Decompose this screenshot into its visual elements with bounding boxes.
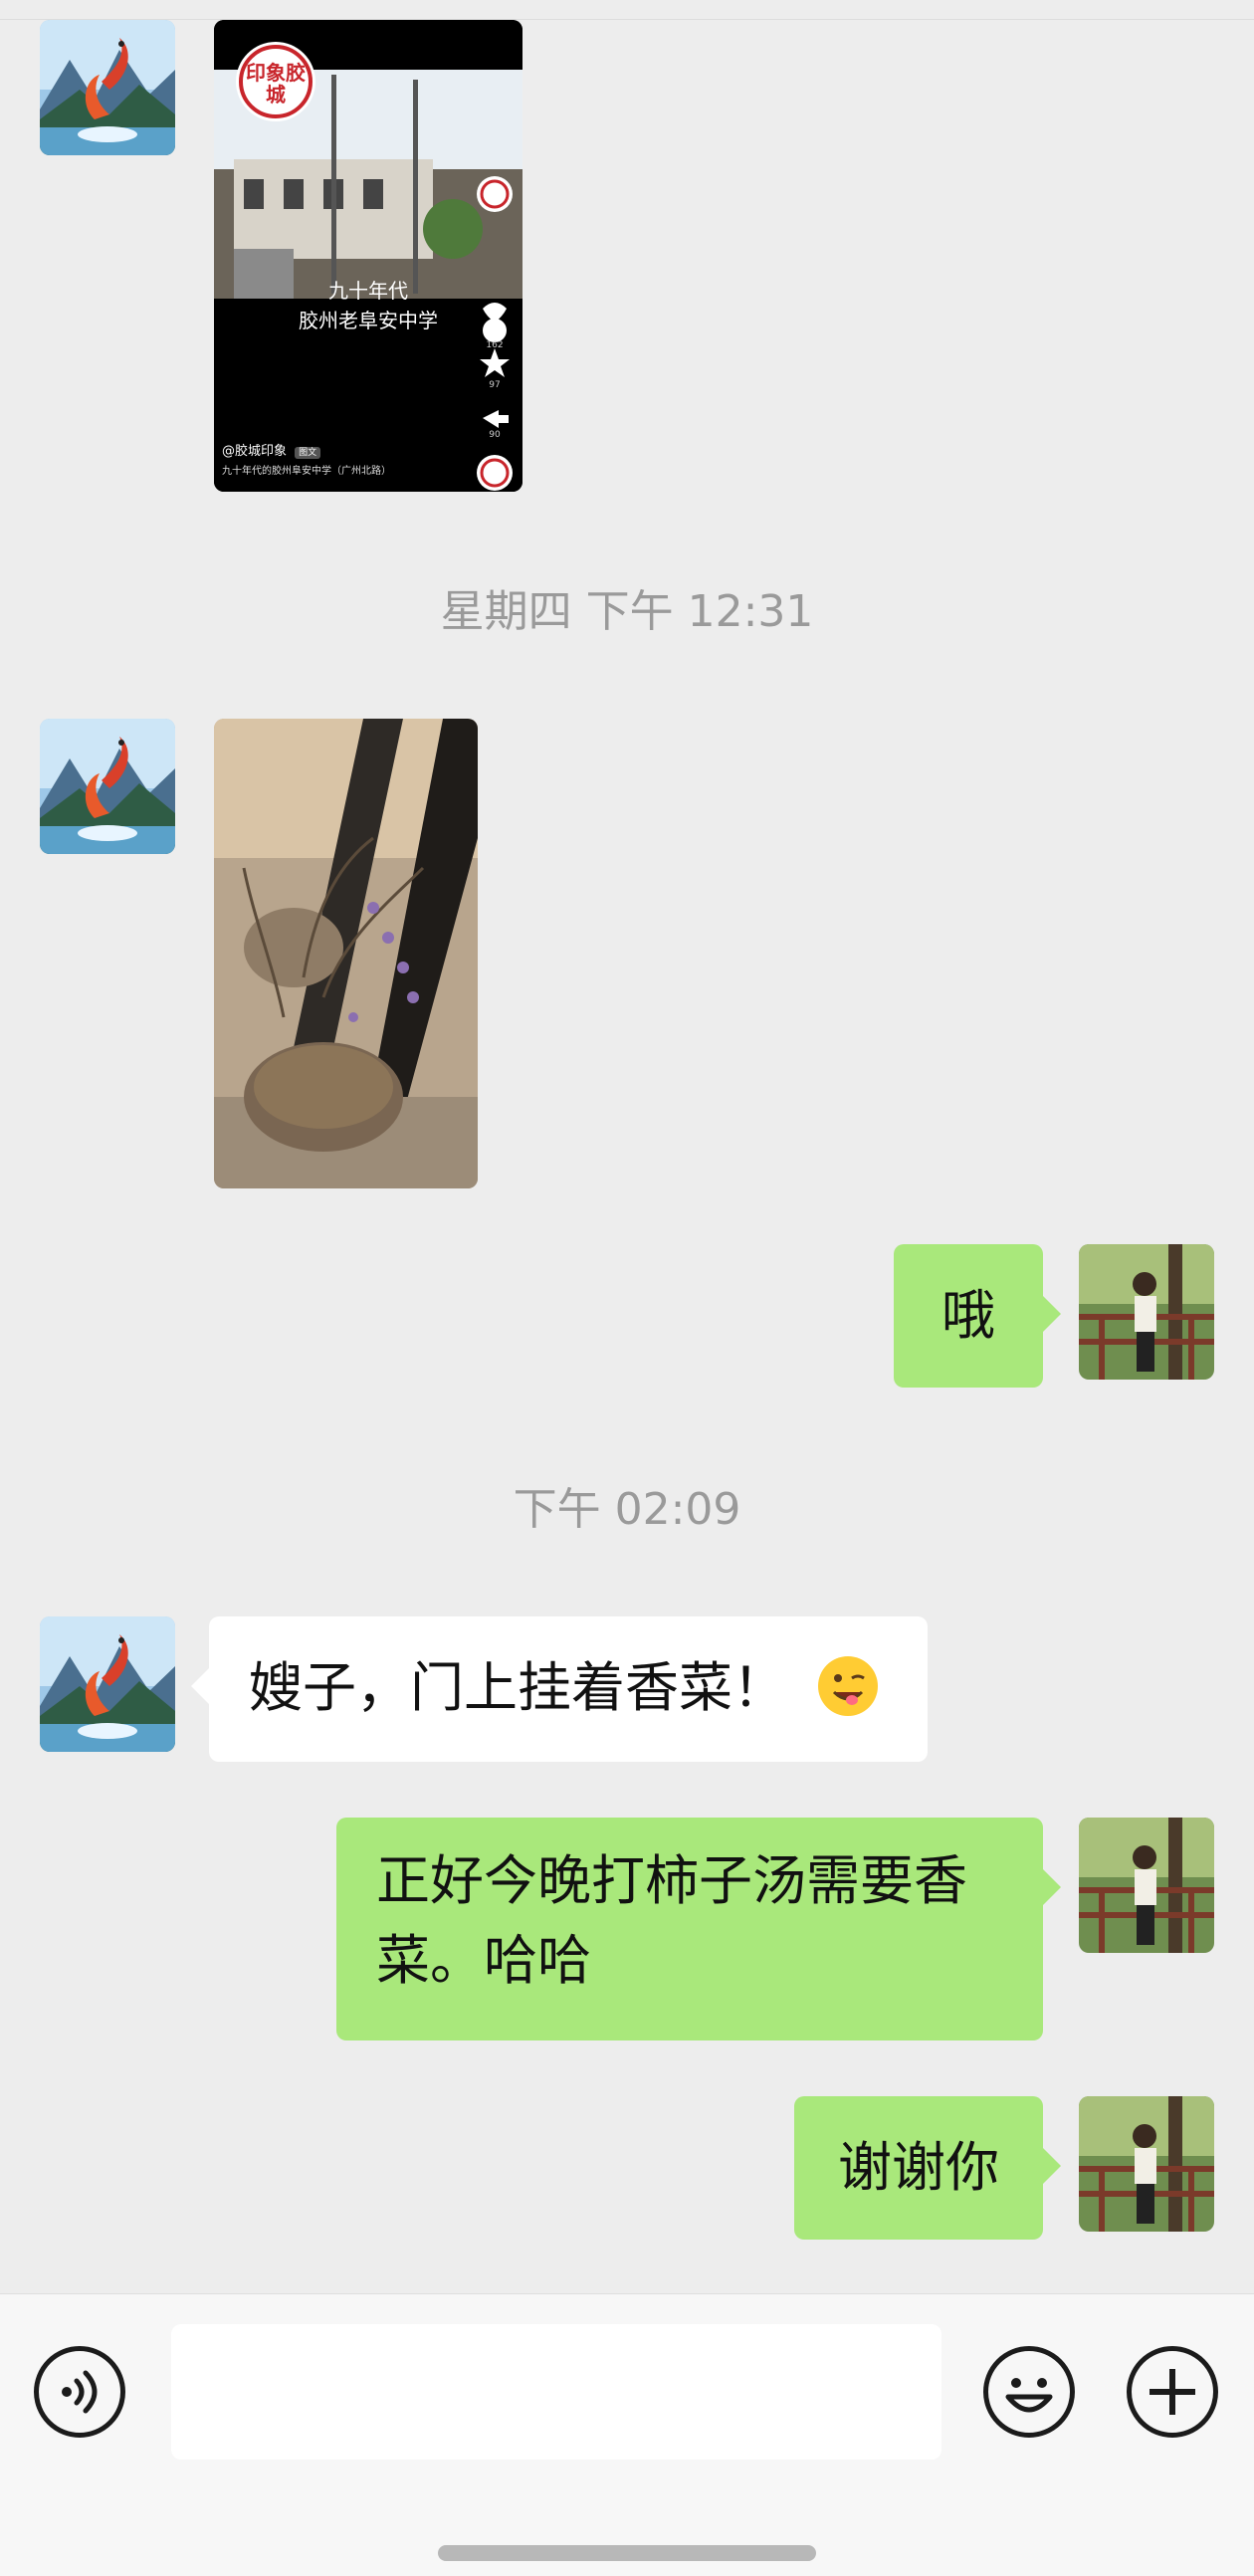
post-caption: 九十年代的胶州阜安中学（广州北路） [222,466,391,477]
received-message-bubble[interactable]: 嫂子，门上挂着香菜！ [191,1616,928,1762]
badge-text: 印象胶城 [246,61,306,107]
sent-message-bubble[interactable]: 谢谢你 [794,2096,1061,2240]
wink-emoji-icon [818,1656,878,1716]
message-text: 哦 [941,1284,995,1347]
plus-icon [1150,2369,1195,2415]
message-text: 嫂子，门上挂着香菜！ [249,1656,786,1719]
post-title-line1: 九十年代 [328,279,408,303]
voice-button[interactable] [34,2346,125,2438]
contact-avatar[interactable] [40,719,175,854]
emoji-button[interactable] [983,2346,1075,2438]
timestamp: 星期四 下午 12:31 [440,586,814,637]
message-text-line2: 菜。哈哈 [376,1929,591,1992]
message-input[interactable] [171,2324,941,2460]
input-bar [0,2293,1254,2576]
plus-button[interactable] [1127,2346,1218,2438]
my-avatar[interactable] [1079,2096,1214,2232]
my-avatar[interactable] [1079,1244,1214,1380]
home-indicator[interactable] [438,2545,816,2561]
voice-icon [62,2370,98,2414]
contact-avatar[interactable] [40,1616,175,1752]
shared-post-card[interactable]: 印象胶城 九十年代 胶州老阜安中学 162 97 90 @胶城印象 图文 九十年… [214,20,522,492]
author-name: @胶城印象 [222,444,288,459]
timestamp: 下午 02:09 [513,1484,741,1535]
star-count: 97 [489,380,501,390]
sent-message-bubble[interactable]: 哦 [894,1244,1061,1388]
my-avatar[interactable] [1079,1818,1214,1953]
message-text-line1: 正好今晚打柿子汤需要香 [376,1849,967,1912]
post-title-line2: 胶州老阜安中学 [299,309,438,332]
top-divider [0,0,1254,20]
sent-message-bubble[interactable]: 正好今晚打柿子汤需要香 菜。哈哈 [336,1818,1061,2040]
contact-avatar[interactable] [40,20,175,155]
message-text: 谢谢你 [838,2136,999,2199]
plant-photo[interactable] [214,719,478,1188]
emoji-icon [1005,2378,1053,2413]
share-count: 90 [489,430,501,440]
post-tag: 图文 [295,447,321,459]
comment-count: 162 [486,340,504,350]
post-author: @胶城印象 图文 [222,440,321,459]
